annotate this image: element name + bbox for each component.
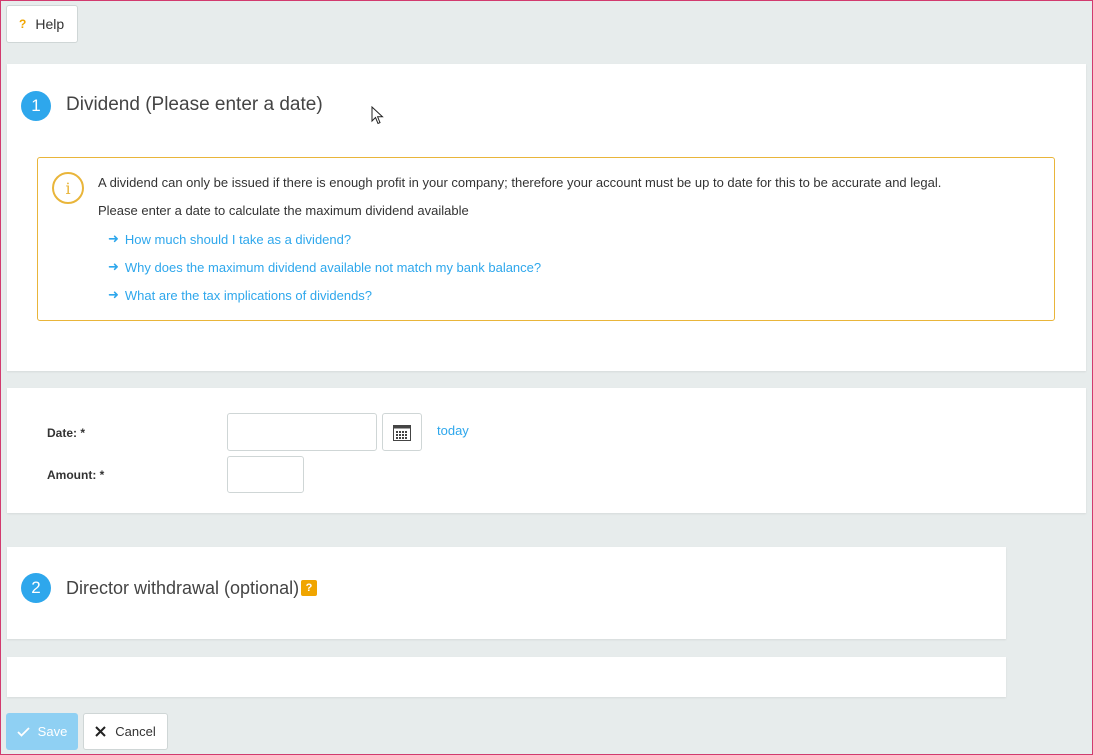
help-button[interactable]: ? Help xyxy=(6,5,78,43)
link-tax-implications[interactable]: ➜ What are the tax implications of divid… xyxy=(108,287,372,303)
amount-input[interactable] xyxy=(227,456,304,493)
question-icon: ? xyxy=(19,17,27,31)
date-label: Date: * xyxy=(47,426,86,440)
cancel-label: Cancel xyxy=(115,724,156,739)
arrow-right-icon: ➜ xyxy=(108,287,119,302)
help-label: Help xyxy=(35,16,65,32)
save-label: Save xyxy=(37,724,68,739)
empty-panel xyxy=(7,657,1006,697)
arrow-right-icon: ➜ xyxy=(108,231,119,246)
info-subtext: Please enter a date to calculate the max… xyxy=(98,203,469,218)
dividend-panel: 1 Dividend (Please enter a date) i A div… xyxy=(7,64,1086,371)
dividend-title: Dividend (Please enter a date) xyxy=(66,94,323,115)
save-button[interactable]: Save xyxy=(6,713,78,750)
director-help-icon[interactable]: ? xyxy=(301,580,317,596)
calendar-icon xyxy=(393,424,411,441)
link-bank-balance-mismatch[interactable]: ➜ Why does the maximum dividend availabl… xyxy=(108,259,541,275)
director-withdrawal-title: Director withdrawal (optional) xyxy=(66,578,300,598)
step-number-2: 2 xyxy=(21,573,51,603)
mouse-cursor-icon xyxy=(371,106,384,125)
dividend-info-box: i A dividend can only be issued if there… xyxy=(37,157,1055,321)
info-text: A dividend can only be issued if there i… xyxy=(98,175,942,190)
today-link[interactable]: today xyxy=(437,423,469,438)
link-how-much-dividend[interactable]: ➜ How much should I take as a dividend? xyxy=(108,231,351,247)
info-icon: i xyxy=(52,172,84,204)
amount-label: Amount: * xyxy=(47,468,105,482)
step-number-1: 1 xyxy=(21,91,51,121)
date-input[interactable] xyxy=(227,413,377,451)
check-icon xyxy=(17,726,30,737)
link-label: What are the tax implications of dividen… xyxy=(124,287,373,303)
director-withdrawal-panel: 2 Director withdrawal (optional) ? xyxy=(7,547,1006,639)
link-label: Why does the maximum dividend available … xyxy=(124,259,542,275)
close-icon xyxy=(95,726,106,737)
dividend-form-panel: Date: * today Amount: * xyxy=(7,388,1086,513)
link-label: How much should I take as a dividend? xyxy=(124,231,352,247)
arrow-right-icon: ➜ xyxy=(108,259,119,274)
calendar-button[interactable] xyxy=(382,413,422,451)
cancel-button[interactable]: Cancel xyxy=(83,713,168,750)
